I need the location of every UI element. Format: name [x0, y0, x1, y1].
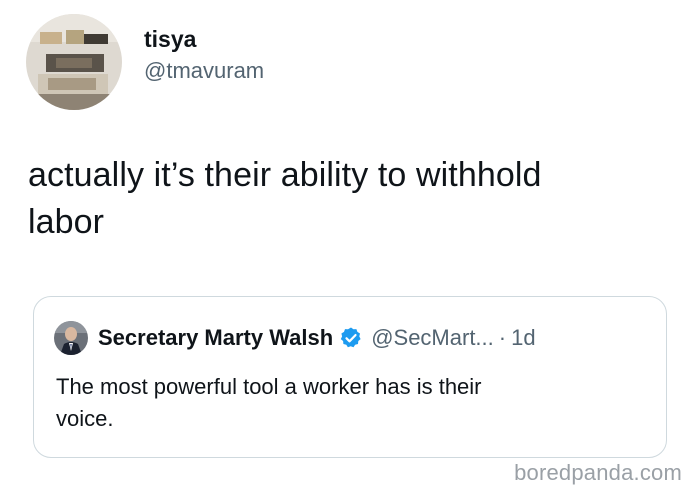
quoted-author-handle[interactable]: @SecMart...: [371, 325, 494, 351]
verified-badge-icon: [340, 327, 361, 348]
tweet-text-line-1: actually it’s their ability to withhold: [28, 156, 542, 194]
quoted-author-avatar-image: [54, 321, 88, 355]
quoted-tweet-text: The most powerful tool a worker has is t…: [56, 371, 646, 435]
author-names: tisya @tmavuram: [144, 24, 264, 86]
tweet-text-line-2: labor: [28, 203, 105, 241]
tweet-text: actually it’s their ability to withhold …: [28, 152, 668, 246]
quoted-text-line-2: voice.: [56, 406, 114, 431]
quoted-text-line-1: The most powerful tool a worker has is t…: [56, 374, 482, 399]
quoted-timestamp[interactable]: 1d: [511, 325, 535, 351]
quoted-author-display-name[interactable]: Secretary Marty Walsh: [98, 325, 333, 351]
quoted-meta-separator: ·: [498, 325, 507, 350]
quoted-tweet-header: Secretary Marty Walsh @SecMart... · 1d: [54, 321, 536, 355]
tweet-header: tisya @tmavuram: [26, 14, 264, 110]
author-avatar[interactable]: [26, 14, 122, 110]
author-handle[interactable]: @tmavuram: [144, 56, 264, 86]
author-avatar-image: [26, 14, 122, 110]
quoted-tweet[interactable]: Secretary Marty Walsh @SecMart... · 1d T…: [33, 296, 667, 458]
author-display-name[interactable]: tisya: [144, 24, 264, 54]
tweet-card: tisya @tmavuram actually it’s their abil…: [0, 0, 700, 498]
watermark: boredpanda.com: [514, 460, 682, 485]
quoted-author-avatar[interactable]: [54, 321, 88, 355]
